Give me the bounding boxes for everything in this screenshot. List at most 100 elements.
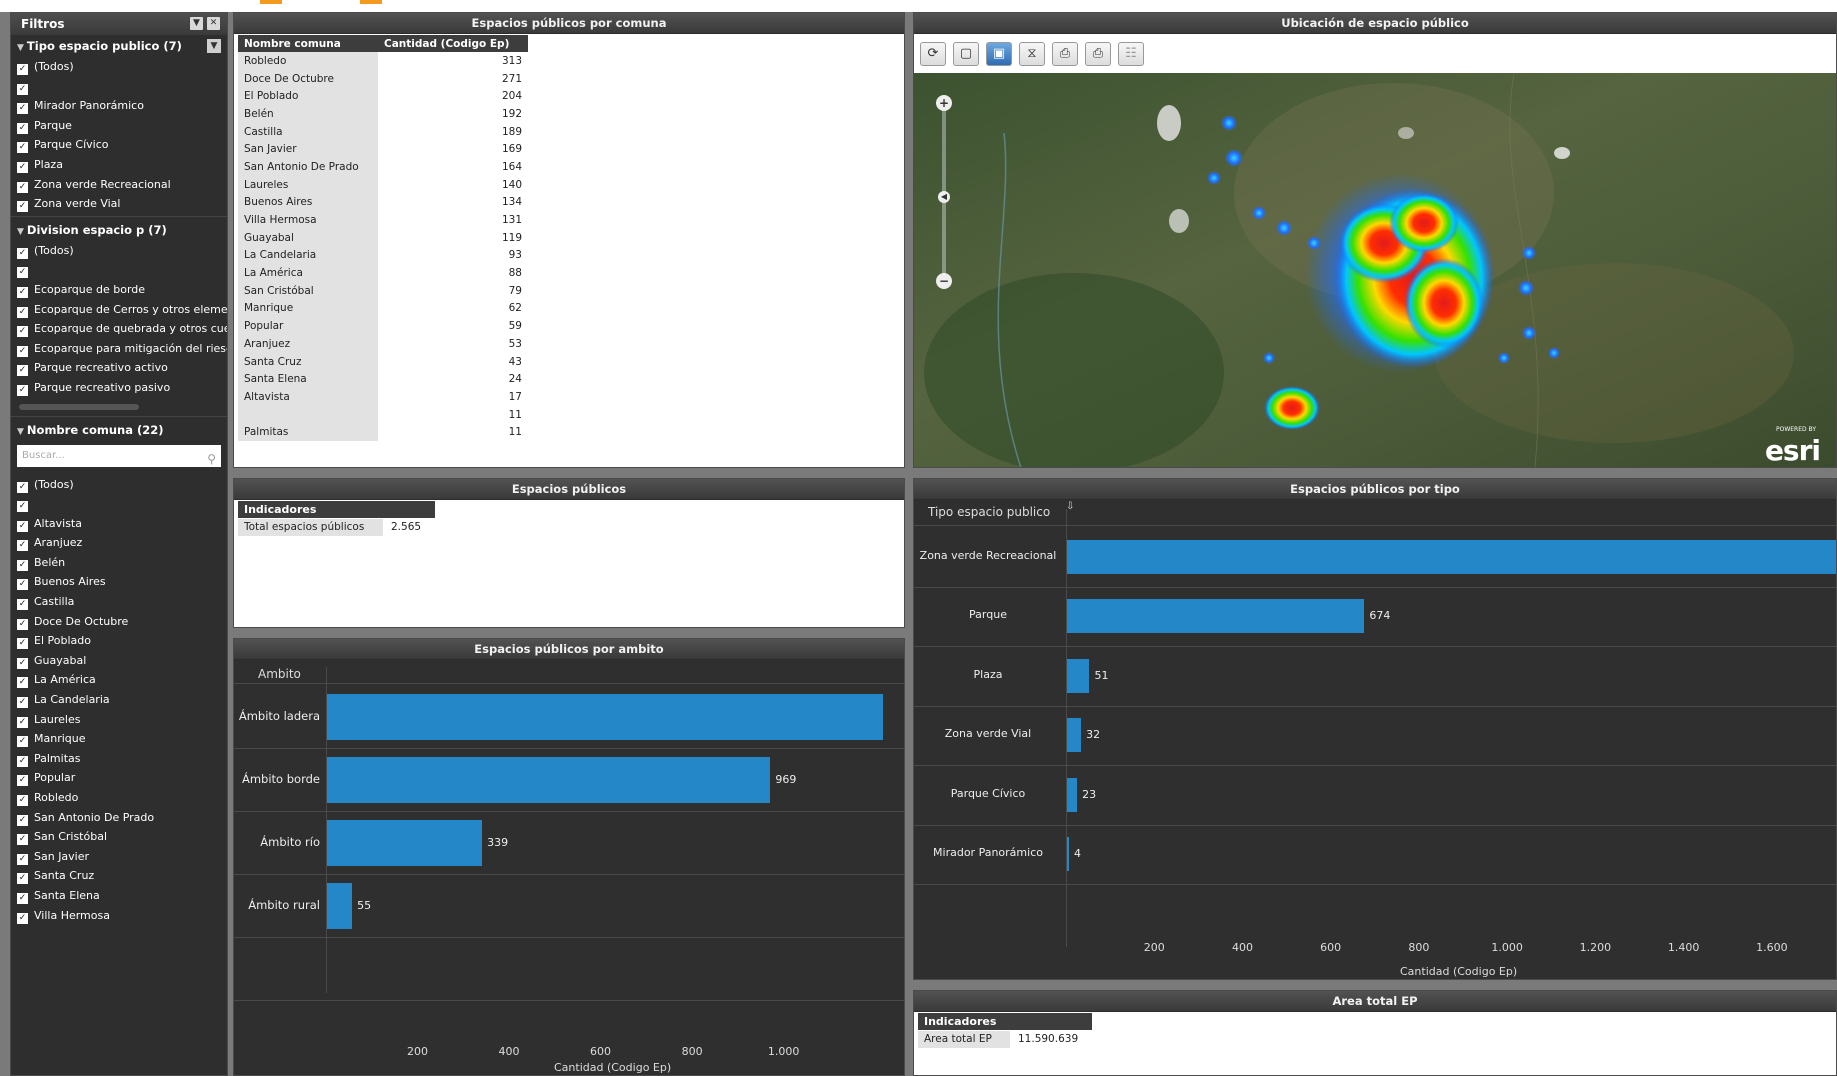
table-icon[interactable]: ☷ xyxy=(1118,42,1144,66)
comuna-filter-item[interactable]: ✓ Villa Hermosa xyxy=(11,906,227,926)
table-row[interactable]: Villa Hermosa 131 xyxy=(238,211,528,229)
division-filter-item[interactable]: ✓ Ecoparque de quebrada y otros cue xyxy=(11,319,227,339)
save-icon[interactable]: ▣ xyxy=(986,42,1012,66)
table-row[interactable]: 11 xyxy=(238,405,528,424)
checkbox-checked-icon[interactable]: ✓ xyxy=(17,892,28,904)
zoom-in-icon[interactable]: + xyxy=(936,95,952,111)
table-row[interactable]: San Cristóbal 79 xyxy=(238,281,528,300)
table-row[interactable]: La América 88 xyxy=(238,264,528,282)
table-row[interactable]: Doce De Octubre 271 xyxy=(238,69,528,88)
tipo-filter-item[interactable]: ✓ Parque xyxy=(11,116,227,136)
bar[interactable] xyxy=(1067,777,1078,812)
table-row[interactable]: La Candelaria 93 xyxy=(238,246,528,265)
checkbox-checked-icon[interactable]: ✓ xyxy=(17,638,28,650)
checkbox-checked-icon[interactable]: ✓ xyxy=(17,775,28,787)
comuna-filter-item[interactable]: ✓ Guayabal xyxy=(11,651,227,671)
comuna-filter-item[interactable]: ✓ Santa Cruz xyxy=(11,866,227,886)
checkbox-checked-icon[interactable]: ✓ xyxy=(17,657,28,669)
bar[interactable] xyxy=(327,756,771,803)
comuna-filter-item[interactable]: ✓ Laureles xyxy=(11,710,227,730)
table-row[interactable]: San Antonio De Prado 164 xyxy=(238,158,528,176)
comuna-filter-item[interactable]: ✓ San Javier xyxy=(11,847,227,867)
table-row[interactable]: San Javier 169 xyxy=(238,140,528,159)
tipo-filter-item[interactable]: ✓ Plaza xyxy=(11,155,227,175)
checkbox-checked-icon[interactable]: ✓ xyxy=(17,481,28,493)
filter-icon[interactable]: ⧖ xyxy=(1019,42,1045,66)
sort-icon[interactable]: ⇩ xyxy=(1066,501,1074,512)
table-row[interactable]: Manrique 62 xyxy=(238,299,528,318)
checkbox-checked-icon[interactable]: ✓ xyxy=(17,599,28,611)
bar[interactable] xyxy=(1067,658,1090,693)
col-header-count[interactable]: Cantidad (Codigo Ep) xyxy=(378,35,528,52)
checkbox-checked-icon[interactable]: ✓ xyxy=(17,795,28,806)
comuna-filter-item[interactable]: ✓ Doce De Octubre xyxy=(11,612,227,632)
checkbox-checked-icon[interactable]: ✓ xyxy=(17,618,28,630)
tipo-filter-item[interactable]: ✓ Parque Cívico xyxy=(11,135,227,155)
division-filter-item[interactable]: ✓ xyxy=(11,260,227,280)
comuna-filter-item[interactable]: ✓ Altavista xyxy=(11,514,227,534)
table-row[interactable]: El Poblado 204 xyxy=(238,87,528,106)
bar[interactable] xyxy=(327,882,353,929)
bar[interactable] xyxy=(327,693,883,740)
horizontal-scrollbar[interactable] xyxy=(19,403,139,410)
refresh-icon[interactable]: ⟳ xyxy=(920,42,946,66)
checkbox-checked-icon[interactable]: ✓ xyxy=(17,365,28,377)
bar[interactable] xyxy=(1067,599,1365,634)
comuna-filter-item[interactable]: ✓ San Cristóbal xyxy=(11,827,227,847)
division-filter-item[interactable]: ✓ Ecoparque de Cerros y otros elemer xyxy=(11,300,227,320)
checkbox-checked-icon[interactable]: ✓ xyxy=(17,247,28,259)
tipo-filter-item[interactable]: ✓ (Todos) xyxy=(11,57,227,77)
comuna-filter-item[interactable]: ✓ Manrique xyxy=(11,729,227,749)
checkbox-checked-icon[interactable]: ✓ xyxy=(17,501,28,513)
zoom-out-icon[interactable]: − xyxy=(936,273,952,289)
comuna-filter-item[interactable]: ✓ Palmitas xyxy=(11,749,227,769)
checkbox-checked-icon[interactable]: ✓ xyxy=(17,161,28,173)
division-filter-item[interactable]: ✓ Parque recreativo activo xyxy=(11,358,227,378)
collapse-icon[interactable]: ▼ xyxy=(190,17,203,30)
bar[interactable] xyxy=(327,819,483,866)
checkbox-checked-icon[interactable]: ✓ xyxy=(17,384,28,396)
checkbox-checked-icon[interactable]: ✓ xyxy=(17,697,28,709)
comuna-filter-item[interactable]: ✓ (Todos) xyxy=(11,475,227,495)
tipo-filter-item[interactable]: ✓ xyxy=(11,77,227,97)
tipo-section-header[interactable]: ▼ Tipo espacio publico (7) ▼ xyxy=(11,35,227,57)
checkbox-checked-icon[interactable]: ✓ xyxy=(17,142,28,154)
checkbox-checked-icon[interactable]: ✓ xyxy=(17,716,28,728)
checkbox-checked-icon[interactable]: ✓ xyxy=(17,540,28,552)
search-icon[interactable]: ⚲ xyxy=(207,448,216,470)
table-row[interactable]: Castilla 189 xyxy=(238,122,528,141)
tipo-filter-item[interactable]: ✓ Zona verde Recreacional xyxy=(11,175,227,195)
checkbox-checked-icon[interactable]: ✓ xyxy=(17,306,28,318)
comuna-filter-item[interactable]: ✓ Buenos Aires xyxy=(11,572,227,592)
tipo-filter-item[interactable]: ✓ Mirador Panorámico xyxy=(11,96,227,116)
checkbox-checked-icon[interactable]: ✓ xyxy=(17,736,28,748)
table-row[interactable]: Santa Elena 24 xyxy=(238,370,528,389)
checkbox-checked-icon[interactable]: ✓ xyxy=(17,64,28,75)
division-filter-item[interactable]: ✓ Ecoparque para mitigación del riesg xyxy=(11,339,227,359)
select-rectangle-icon[interactable]: ▢ xyxy=(953,42,979,66)
comuna-filter-item[interactable]: ✓ San Antonio De Prado xyxy=(11,808,227,828)
zoom-handle-icon[interactable]: ◀ xyxy=(938,191,950,203)
checkbox-checked-icon[interactable]: ✓ xyxy=(17,520,28,532)
comuna-filter-item[interactable]: ✓ Castilla xyxy=(11,592,227,612)
comuna-filter-item[interactable]: ✓ Aranjuez xyxy=(11,533,227,553)
division-filter-item[interactable]: ✓ Parque recreativo pasivo xyxy=(11,378,227,398)
comuna-search-input[interactable]: Buscar... ⚲ xyxy=(17,444,221,470)
comuna-filter-item[interactable]: ✓ Belén xyxy=(11,553,227,573)
checkbox-checked-icon[interactable]: ✓ xyxy=(17,814,28,826)
print-preview-icon[interactable]: ⎙ xyxy=(1085,42,1111,66)
checkbox-checked-icon[interactable]: ✓ xyxy=(17,181,28,193)
table-row[interactable]: Palmitas 11 xyxy=(238,423,528,442)
bar[interactable] xyxy=(1067,539,1836,574)
checkbox-checked-icon[interactable]: ✓ xyxy=(17,873,28,885)
comuna-filter-item[interactable]: ✓ xyxy=(11,494,227,514)
comuna-section-header[interactable]: ▼ Nombre comuna (22) xyxy=(11,419,227,441)
checkbox-checked-icon[interactable]: ✓ xyxy=(17,579,28,591)
checkbox-checked-icon[interactable]: ✓ xyxy=(17,201,28,213)
comuna-filter-item[interactable]: ✓ La América xyxy=(11,670,227,690)
checkbox-checked-icon[interactable]: ✓ xyxy=(17,267,28,279)
checkbox-checked-icon[interactable]: ✓ xyxy=(17,677,28,689)
table-row[interactable]: Aranjuez 53 xyxy=(238,335,528,353)
checkbox-checked-icon[interactable]: ✓ xyxy=(17,345,28,357)
map-canvas[interactable]: + ◀ − POWERED BY esri xyxy=(914,73,1836,467)
